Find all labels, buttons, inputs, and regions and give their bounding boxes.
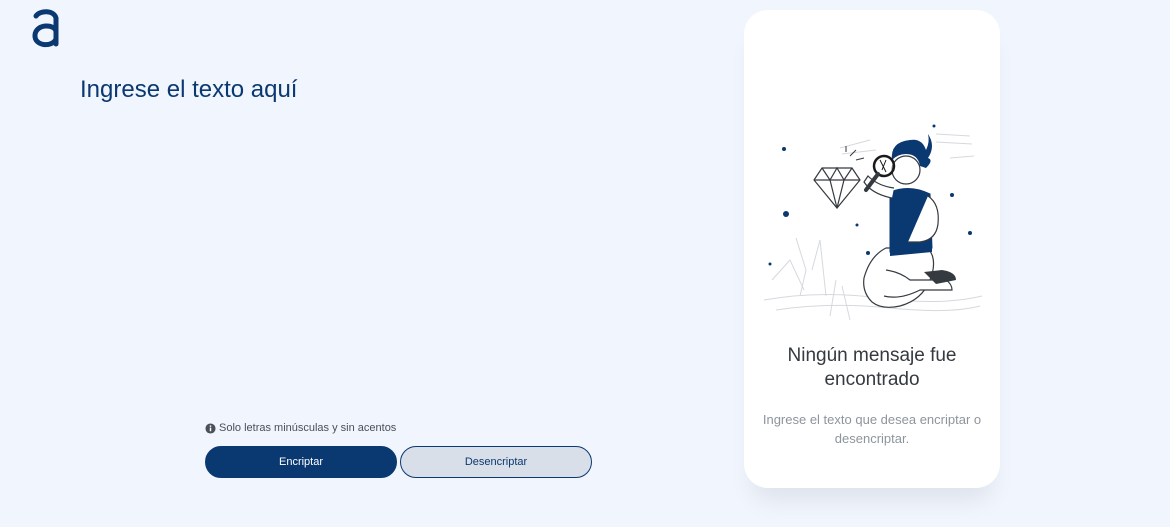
input-hint: Solo letras minúsculas y sin acentos bbox=[205, 422, 396, 434]
person-with-magnifying-glass-illustration bbox=[763, 124, 983, 321]
page: Solo letras minúsculas y sin acentos Enc… bbox=[0, 0, 1170, 527]
alura-logo-icon bbox=[32, 9, 59, 48]
output-panel: Ningún mensaje fue encontrado Ingrese el… bbox=[744, 10, 1000, 488]
encrypt-button[interactable]: Encriptar bbox=[205, 446, 397, 478]
hint-text: Solo letras minúsculas y sin acentos bbox=[219, 422, 397, 434]
info-icon bbox=[205, 422, 216, 434]
no-message-title: Ningún mensaje fue encontrado bbox=[787, 345, 957, 390]
decrypt-button[interactable]: Desencriptar bbox=[400, 446, 592, 478]
no-message-subtitle: Ingrese el texto que desea encriptar o d… bbox=[762, 412, 982, 446]
text-input[interactable] bbox=[80, 76, 640, 396]
